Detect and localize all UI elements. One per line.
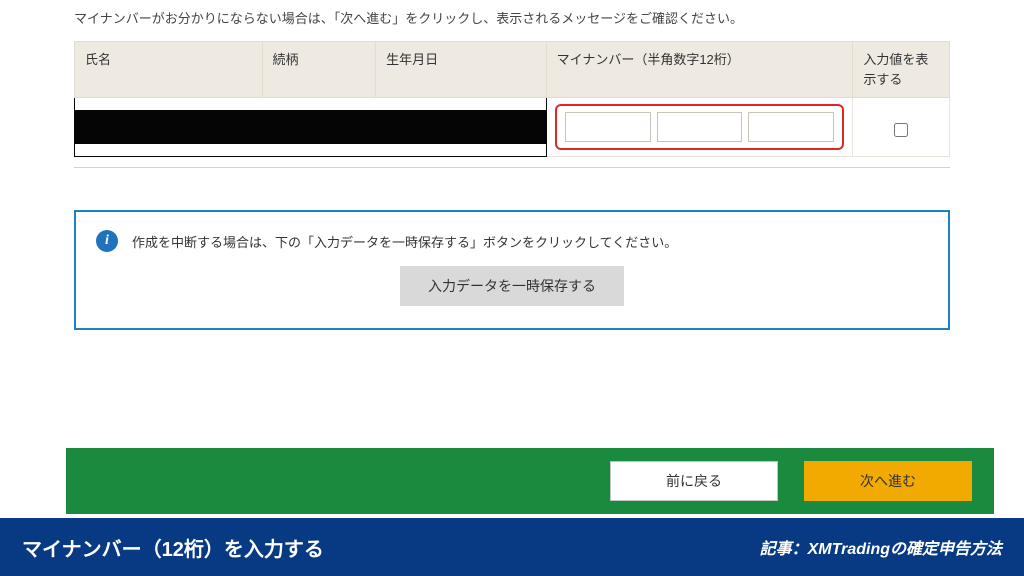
mynumber-table: 氏名 続柄 生年月日 マイナンバー（半角数字12桁） 入力値を表示する xyxy=(74,41,950,157)
table-row xyxy=(75,98,950,157)
save-draft-button[interactable]: 入力データを一時保存する xyxy=(400,266,624,306)
info-text: 作成を中断する場合は、下の「入力データを一時保存する」ボタンをクリックしてくださ… xyxy=(132,232,677,251)
instruction-text: マイナンバーがお分かりにならない場合は、「次へ進む」をクリックし、表示されるメッ… xyxy=(74,8,950,27)
info-icon: i xyxy=(96,230,118,252)
redaction-bar xyxy=(75,110,546,144)
show-value-checkbox[interactable] xyxy=(894,123,908,137)
show-value-cell xyxy=(853,98,950,157)
mynumber-input-1[interactable] xyxy=(565,112,651,142)
mynumber-cell xyxy=(546,98,853,157)
th-relation: 続柄 xyxy=(262,42,376,98)
th-name: 氏名 xyxy=(75,42,263,98)
back-button[interactable]: 前に戻る xyxy=(610,461,778,501)
table-rule xyxy=(74,167,950,168)
info-box: i 作成を中断する場合は、下の「入力データを一時保存する」ボタンをクリックしてく… xyxy=(74,210,950,330)
redacted-cell xyxy=(75,98,547,157)
table-header-row: 氏名 続柄 生年月日 マイナンバー（半角数字12桁） 入力値を表示する xyxy=(75,42,950,98)
th-mynumber: マイナンバー（半角数字12桁） xyxy=(546,42,853,98)
next-button[interactable]: 次へ進む xyxy=(804,461,972,501)
th-show: 入力値を表示する xyxy=(853,42,950,98)
footer-article: 記事：XMTradingの確定申告方法 xyxy=(760,535,1002,559)
nav-bar: 前に戻る 次へ進む xyxy=(66,448,994,514)
th-dob: 生年月日 xyxy=(376,42,546,98)
mynumber-input-3[interactable] xyxy=(748,112,834,142)
footer-banner: マイナンバー（12桁）を入力する 記事：XMTradingの確定申告方法 xyxy=(0,518,1024,576)
footer-title: マイナンバー（12桁）を入力する xyxy=(22,533,324,562)
mynumber-input-2[interactable] xyxy=(657,112,743,142)
mynumber-input-group xyxy=(555,104,845,150)
